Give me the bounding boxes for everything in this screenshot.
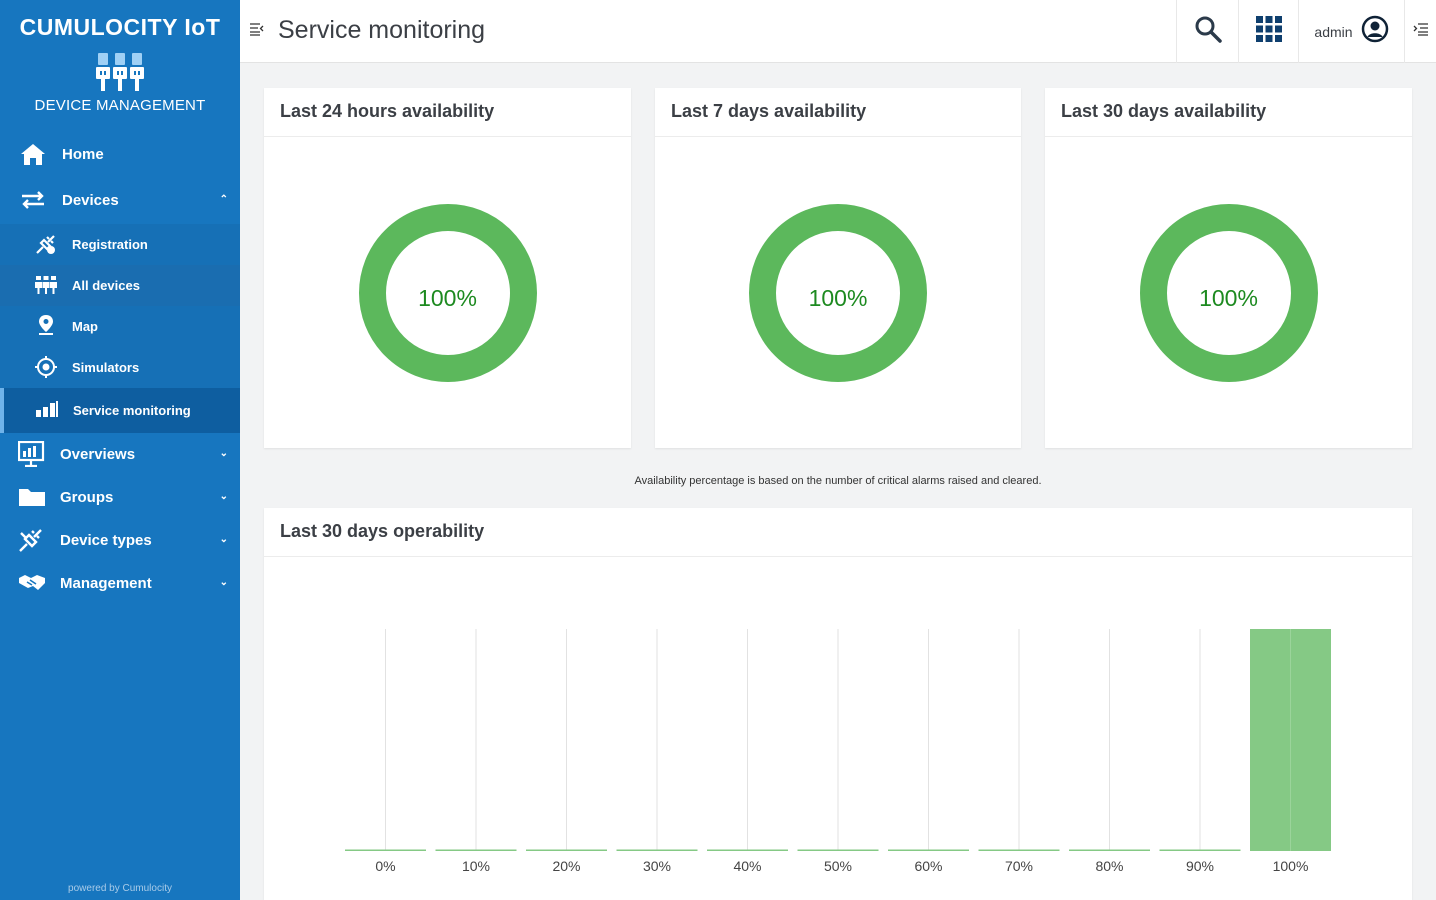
search-icon [1194, 15, 1222, 48]
sidebar-item-label: Service monitoring [73, 403, 191, 418]
plug-icon [35, 233, 57, 255]
x-tick-label: 60% [914, 858, 942, 874]
dashboard-icon [18, 441, 46, 467]
home-icon [20, 142, 46, 166]
operability-bar[interactable] [978, 849, 1060, 852]
sidebar-item-label: Overviews [60, 446, 136, 463]
availability-card-24h: Last 24 hours availability 100% [264, 88, 631, 448]
sidebar-item-label: Devices [62, 192, 119, 209]
map-marker-icon [37, 314, 55, 336]
handshake-icon [18, 573, 46, 593]
chevron-down-icon: ⌄ [219, 577, 228, 588]
x-tick-label: 50% [824, 858, 852, 874]
user-name: admin [1314, 23, 1353, 40]
operability-card: Last 30 days operability 0% 10% 20% 30% 40% 5… [264, 508, 1412, 900]
sidebar-item-registration[interactable]: Registration [0, 224, 240, 265]
sidebar-item-label: Map [72, 319, 98, 334]
operability-bar[interactable] [435, 849, 517, 852]
brand-subtitle: DEVICE MANAGEMENT [34, 97, 206, 114]
x-tick-label: 10% [462, 858, 490, 874]
card-title: Last 30 days operability [264, 508, 1412, 557]
sidebar-item-map[interactable]: Map [0, 306, 240, 347]
sidebar-item-devices[interactable]: Devices ⌃ [0, 180, 240, 220]
sidebar-item-all-devices[interactable]: All devices [0, 265, 240, 306]
operability-bar[interactable] [797, 849, 879, 852]
x-tick-label: 100% [1273, 858, 1309, 874]
device-management-logo-icon [0, 51, 240, 91]
chevron-down-icon: ⌄ [219, 448, 228, 459]
sidebar: CUMULOCITY IoT DEVICE MANAGEMENT Home De… [0, 0, 240, 900]
x-tick-label: 30% [643, 858, 671, 874]
user-menu-button[interactable]: admin [1298, 0, 1404, 63]
header: Service monitoring admin [240, 0, 1436, 63]
operability-bar[interactable] [616, 849, 698, 852]
user-avatar-icon [1361, 15, 1389, 48]
arrows-exchange-icon [20, 190, 46, 210]
operability-bar[interactable] [526, 849, 607, 852]
operability-bar[interactable] [888, 849, 969, 852]
sidebar-item-service-monitoring[interactable]: Service monitoring [0, 388, 240, 433]
folder-icon [18, 487, 46, 507]
sidebar-item-label: All devices [72, 278, 140, 293]
collapse-menu-icon[interactable] [249, 22, 265, 41]
operability-chart: 0% 10% 20% 30% 40% 50% 60% 70% 80% 90% 100% [345, 629, 1331, 874]
chevron-up-icon: ⌃ [219, 194, 228, 205]
right-drawer-button[interactable] [1404, 0, 1436, 63]
sidebar-item-simulators[interactable]: Simulators [0, 347, 240, 388]
grid-icon [1255, 16, 1282, 47]
plug-icon [18, 527, 44, 553]
right-drawer-icon [1413, 22, 1429, 41]
card-title: Last 24 hours availability [264, 88, 631, 137]
chevron-down-icon: ⌄ [219, 534, 228, 545]
sidebar-item-management[interactable]: Management ⌄ [0, 563, 240, 603]
devices-icon [35, 274, 57, 296]
sidebar-item-device-types[interactable]: Device types ⌄ [0, 520, 240, 560]
page-title: Service monitoring [278, 16, 486, 44]
sidebar-item-label: Registration [72, 237, 148, 252]
availability-note: Availability percentage is based on the … [634, 475, 1042, 487]
powered-by: powered by Cumulocity [68, 883, 172, 894]
x-tick-label: 70% [1005, 858, 1033, 874]
x-tick-label: 80% [1095, 858, 1123, 874]
availability-value: 100% [418, 285, 477, 311]
sidebar-item-label: Groups [60, 489, 114, 506]
bar-chart-icon [36, 401, 58, 419]
card-title: Last 30 days availability [1045, 88, 1412, 137]
x-tick-label: 0% [375, 858, 395, 874]
sidebar-item-label: Home [62, 146, 104, 163]
sidebar-item-overviews[interactable]: Overviews ⌄ [0, 434, 240, 474]
x-tick-label: 40% [733, 858, 761, 874]
operability-bar[interactable] [1159, 849, 1241, 852]
search-button[interactable] [1176, 0, 1238, 63]
operability-bar[interactable] [1069, 849, 1150, 852]
availability-value: 100% [808, 285, 868, 311]
x-tick-label: 90% [1186, 858, 1214, 874]
availability-card-7d: Last 7 days availability 100% [655, 88, 1021, 448]
operability-bar[interactable] [707, 849, 788, 852]
sidebar-item-label: Management [60, 575, 152, 592]
x-tick-label: 20% [552, 858, 580, 874]
sidebar-item-label: Device types [60, 532, 152, 549]
brand: CUMULOCITY IoT DEVICE MANAGEMENT [0, 0, 240, 133]
card-title: Last 7 days availability [655, 88, 1021, 137]
chevron-down-icon: ⌄ [219, 491, 228, 502]
app-switcher-button[interactable] [1238, 0, 1298, 63]
sidebar-item-home[interactable]: Home [0, 134, 240, 174]
sidebar-item-label: Simulators [72, 360, 140, 375]
availability-card-30d: Last 30 days availability 100% [1045, 88, 1412, 448]
brand-title: CUMULOCITY IoT [19, 14, 221, 40]
sidebar-item-groups[interactable]: Groups ⌄ [0, 477, 240, 517]
simulator-icon [35, 356, 57, 378]
availability-value: 100% [1199, 285, 1258, 311]
operability-bar[interactable] [345, 849, 426, 852]
